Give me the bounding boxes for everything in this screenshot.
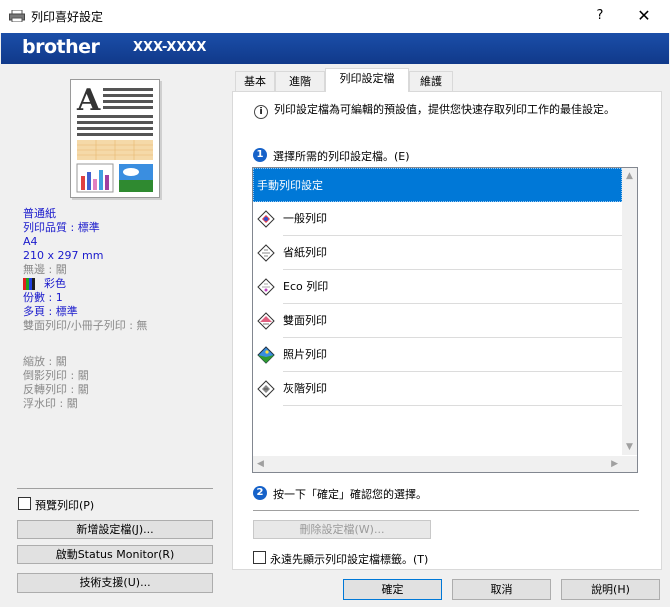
help-title-button[interactable]: ? [586,5,614,27]
list-separator [283,405,622,406]
model-name: XXX-XXXX [133,40,207,55]
document-preview-icon: A [76,83,153,193]
profile-label: 照片列印 [283,348,327,361]
setting-summary-line: 反轉列印 : 關 [23,383,89,396]
profile-list-item[interactable]: Eco 列印 [253,270,622,304]
window-title: 列印喜好設定 [31,10,104,24]
scroll-left-icon[interactable]: ◀ [257,459,264,469]
page-preview-image: A [70,79,160,198]
scroll-down-icon[interactable]: ▼ [622,442,637,452]
delete-profile-button[interactable]: 刪除設定檔(W)... [253,520,431,539]
horizontal-scrollbar[interactable]: ◀ ▶ [253,456,622,472]
brand-header [1,33,669,64]
setting-summary-line: 普通紙 [23,207,56,220]
profiles-description: 列印設定檔為可編輯的預設值，提供您快速存取列印工作的最佳設定。 [274,103,615,116]
setting-summary-line: 浮水印 : 關 [23,397,78,410]
always-show-checkbox[interactable] [253,551,266,564]
tab-advanced[interactable]: 進階 [275,71,325,91]
left-divider [17,488,213,489]
profile-list-item[interactable]: 灰階列印 [253,372,622,406]
tab-maintenance[interactable]: 維護 [409,71,453,91]
profile-label: 省紙列印 [283,246,327,259]
support-button[interactable]: 技術支援(U)... [17,573,213,593]
scroll-right-icon[interactable]: ▶ [611,459,618,469]
setting-summary-line: 雙面列印/小冊子列印 : 無 [23,319,148,332]
preview-print-label: 預覽列印(P) [35,499,95,512]
setting-summary-line: 多頁 : 標準 [23,305,78,318]
profile-list-item[interactable]: 省紙列印 [253,236,622,270]
setting-summary-line: 倒影列印 : 關 [23,369,89,382]
setting-summary-line: 列印品質 : 標準 [23,221,100,234]
svg-text:A: A [76,83,101,118]
profile-label: 一般列印 [283,212,327,225]
profile-list-item[interactable]: 照片列印 [253,338,622,372]
profile-list-item[interactable]: 手動列印設定 [253,168,622,202]
tab-basic[interactable]: 基本 [235,71,275,91]
printer-icon [9,10,25,22]
add-profile-button[interactable]: 新增設定檔(J)... [17,520,213,539]
profile-list-item[interactable]: 雙面列印 [253,304,622,338]
setting-summary-line: 無邊 : 關 [23,263,67,276]
step-1-label: 選擇所需的列印設定檔。(E) [273,150,410,163]
setting-summary-line: 210 x 297 mm [23,249,104,262]
profile-label: Eco 列印 [283,280,329,293]
vertical-scrollbar[interactable]: ▲ ▼ [622,168,637,455]
close-button[interactable]: ✕ [628,5,660,27]
tab-print-profiles[interactable]: 列印設定檔 [325,68,409,92]
setting-summary-line: 縮放 : 關 [23,355,67,368]
help-button[interactable]: 說明(H) [561,579,660,600]
scroll-corner [622,456,637,472]
setting-summary-line: A4 [23,235,38,248]
scroll-up-icon[interactable]: ▲ [622,171,637,181]
cancel-button[interactable]: 取消 [452,579,551,600]
setting-summary-line: 份數 : 1 [23,291,63,304]
step-2-divider [253,510,639,511]
step-1-icon: 1 [253,148,267,162]
brand-logo: brother [22,36,100,58]
ok-button[interactable]: 確定 [343,579,442,600]
profile-list-item[interactable]: 一般列印 [253,202,622,236]
setting-summary-line: 彩色 [44,277,66,290]
step-2-label: 按一下「確定」確認您的選擇。 [273,488,427,501]
profile-label: 雙面列印 [283,314,327,327]
status-monitor-button[interactable]: 啟動Status Monitor(R) [17,545,213,564]
always-show-label: 永遠先顯示列印設定檔標籤。(T) [270,553,429,566]
info-icon: i [254,105,268,119]
preview-print-checkbox[interactable] [18,497,31,510]
color-palette-icon [23,278,35,290]
profile-label: 手動列印設定 [257,179,323,192]
step-2-icon: 2 [253,486,267,500]
profile-label: 灰階列印 [283,382,327,395]
